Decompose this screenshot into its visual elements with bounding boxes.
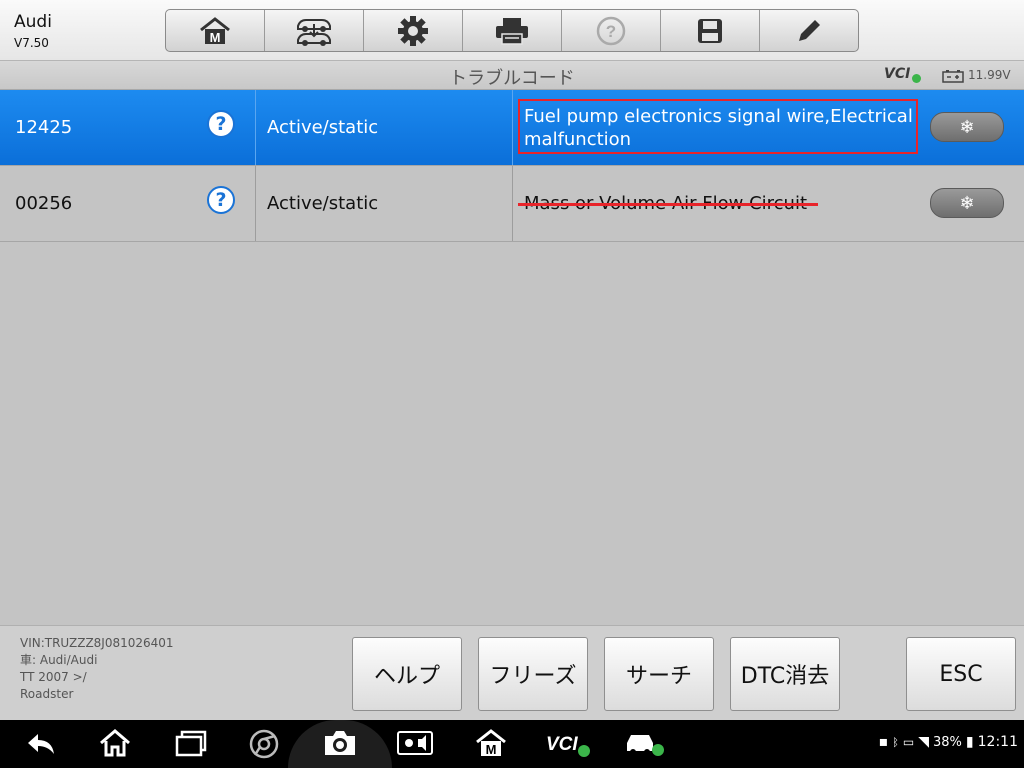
app-version: V7.50	[14, 36, 49, 50]
help-icon: ?	[207, 110, 235, 138]
battery-icon	[942, 70, 964, 83]
vehicle-connect-icon[interactable]	[624, 728, 666, 758]
vehicle-button[interactable]	[265, 10, 364, 51]
column-divider	[512, 166, 513, 241]
vehicle-body: Roadster	[20, 687, 74, 701]
back-icon[interactable]	[24, 728, 58, 758]
search-button[interactable]: サーチ	[604, 637, 714, 711]
status-area: ▪ ᛒ ▭ ◥ 38% ▮ 12:11	[879, 734, 1018, 750]
maxisys-home-icon[interactable]: M	[474, 728, 508, 758]
edit-button[interactable]	[760, 10, 858, 51]
camera-icon[interactable]	[322, 728, 358, 758]
toolbar: M ?	[165, 9, 859, 52]
freeze-button[interactable]: フリーズ	[478, 637, 588, 711]
column-divider	[255, 166, 256, 241]
title-strip: トラブルコード VCI 11.99V	[0, 61, 1024, 90]
dtc-help-button[interactable]: ?	[207, 108, 239, 140]
save-button[interactable]	[661, 10, 760, 51]
clock: 12:11	[977, 734, 1018, 750]
gear-icon	[398, 15, 428, 46]
svg-text:VCI: VCI	[546, 734, 578, 755]
recent-apps-icon[interactable]	[174, 728, 208, 758]
bluetooth-icon: ᛒ	[892, 735, 899, 749]
top-bar: Audi V7.50 M ?	[0, 0, 1024, 61]
dtc-status: Active/static	[267, 117, 379, 138]
help-toolbar-button[interactable]: ?	[562, 10, 661, 51]
vehicle-info: VIN:TRUZZZ8J081026401 車: Audi/Audi TT 20…	[20, 635, 174, 703]
pencil-icon	[799, 19, 820, 41]
dtc-row[interactable]: 00256 ? Active/static Mass or Volume Air…	[0, 166, 1024, 242]
vehicle-make: 車: Audi/Audi	[20, 653, 98, 667]
page-title: トラブルコード	[449, 68, 575, 89]
svg-text:?: ?	[606, 22, 616, 41]
column-divider	[255, 90, 256, 165]
brightness-volume-icon[interactable]	[396, 728, 434, 758]
print-button[interactable]	[463, 10, 562, 51]
bottom-panel: VIN:TRUZZZ8J081026401 車: Audi/Audi TT 20…	[0, 625, 1024, 720]
svg-text:M: M	[486, 742, 497, 757]
vehicle-model: TT 2007 >/	[20, 670, 87, 684]
highlight-box	[518, 99, 918, 154]
svg-text:M: M	[210, 30, 221, 45]
column-divider	[512, 90, 513, 165]
freeze-frame-button[interactable]: ❄	[930, 112, 1004, 142]
snowflake-icon: ❄	[959, 116, 975, 138]
strikethrough-mark	[518, 203, 818, 206]
voltage-readout: 11.99V	[968, 68, 1011, 82]
vehicle-icon	[297, 18, 331, 46]
vci-status-label: VCI	[884, 66, 911, 82]
vin-label: VIN:TRUZZZ8J081026401	[20, 636, 174, 650]
vci-connected-icon	[912, 74, 921, 83]
battery-percent: 38%	[933, 734, 962, 750]
home-m-icon: M	[200, 16, 230, 45]
help-button[interactable]: ヘルプ	[352, 637, 462, 711]
home-button[interactable]: M	[166, 10, 265, 51]
dtc-status: Active/static	[267, 193, 379, 214]
dtc-help-button[interactable]: ?	[207, 184, 239, 216]
app-name: Audi	[14, 12, 52, 32]
dtc-row[interactable]: 12425 ? Active/static Fuel pump electron…	[0, 90, 1024, 166]
dtc-code: 12425	[15, 117, 73, 138]
help-icon: ?	[596, 16, 626, 45]
system-nav-bar: M VCI ▪ ᛒ ▭ ◥ 38% ▮ 12:11	[0, 720, 1024, 768]
save-icon	[698, 18, 722, 43]
snowflake-icon: ❄	[959, 192, 975, 214]
dtc-code: 00256	[15, 193, 73, 214]
help-icon: ?	[207, 186, 235, 214]
chrome-icon[interactable]	[248, 728, 280, 760]
wifi-icon: ◥	[918, 734, 930, 750]
sim-icon: ▭	[902, 735, 915, 749]
printer-icon	[496, 17, 528, 45]
chat-icon: ▪	[878, 734, 889, 750]
home-icon[interactable]	[98, 728, 132, 758]
battery-status-icon: ▮	[965, 734, 974, 750]
clear-dtc-button[interactable]: DTC消去	[730, 637, 840, 711]
vci-icon[interactable]: VCI	[544, 728, 592, 758]
freeze-frame-button[interactable]: ❄	[930, 188, 1004, 218]
settings-button[interactable]	[364, 10, 463, 51]
esc-button[interactable]: ESC	[906, 637, 1016, 711]
